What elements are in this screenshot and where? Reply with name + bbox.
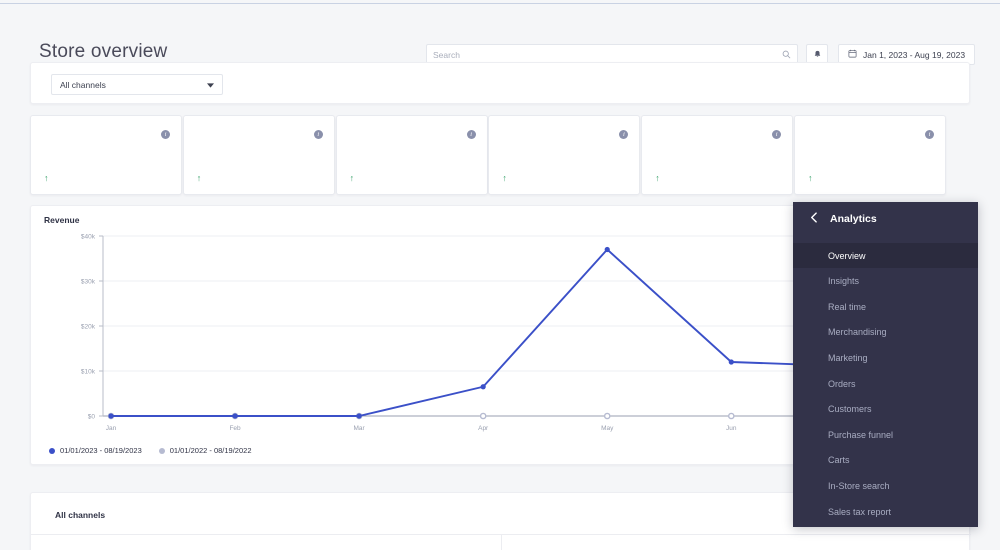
kpi-card-row: i ↑ i ↑ i ↑ i ↑ i ↑ i ↑ [30,115,970,195]
svg-text:$30k: $30k [81,279,96,286]
page-title: Store overview [39,41,168,62]
sidebar-item-label: Carts [828,455,850,466]
sidebar-header[interactable]: Analytics [793,202,978,236]
arrow-up-icon: ↑ [655,173,660,183]
sidebar-item-orders[interactable]: Orders [793,371,978,396]
legend-dot-icon [158,447,165,454]
chevron-left-icon[interactable] [810,212,817,226]
sidebar-item-sales-tax-report[interactable]: Sales tax report [793,499,978,524]
info-icon[interactable]: i [466,130,476,139]
sidebar-item-label: Merchandising [828,327,887,338]
sidebar-item-label: Real time [828,301,867,312]
sidebar-item-overview[interactable]: Overview [793,243,978,268]
table-column-divider [501,534,502,550]
bell-icon [813,46,822,64]
sidebar-item-label: Marketing [828,352,868,363]
kpi-delta: ↑ [197,174,210,183]
kpi-card[interactable]: i ↑ [30,115,182,195]
info-icon[interactable]: i [619,130,629,139]
search-icon [782,46,791,64]
search-input[interactable] [433,49,782,60]
sidebar-item-label: Orders [828,378,856,389]
arrow-up-icon: ↑ [808,173,813,183]
chevron-down-icon [207,80,214,90]
arrow-up-icon: ↑ [196,173,202,183]
sidebar-item-insights[interactable]: Insights [793,269,978,294]
sidebar-item-label: Customers [828,404,872,415]
info-icon[interactable]: i [772,130,782,139]
arrow-up-icon: ↑ [502,173,507,183]
kpi-header: i [655,130,782,139]
svg-text:Jan: Jan [106,425,117,432]
calendar-icon [848,49,857,60]
analytics-sidebar: Analytics Overview Insights Real time Merch… [793,202,978,527]
sidebar-item-purchase-funnel[interactable]: Purchase funnel [793,422,978,447]
legend-label: 01/01/2022 - 08/19/2022 [169,446,252,455]
kpi-card[interactable]: i ↑ [335,115,488,195]
kpi-card[interactable]: i ↑ [488,115,641,195]
sidebar-item-real-time[interactable]: Real time [793,294,978,319]
svg-text:$20k: $20k [81,324,96,331]
svg-text:$0: $0 [88,414,96,421]
kpi-header: i [502,130,629,139]
sidebar-item-label: Sales tax report [828,506,892,517]
kpi-header: i [808,130,934,139]
svg-text:$40k: $40k [81,234,96,241]
store-overview-page: Store overview Jan 1, 2023 - Aug 19, 202… [0,0,1000,550]
sidebar-item-label: In-Store search [828,480,890,491]
sidebar-item-merchandising[interactable]: Merchandising [793,320,978,345]
channel-select[interactable]: All channels [51,74,223,95]
kpi-card[interactable]: i ↑ [794,115,946,195]
info-icon[interactable]: i [925,130,934,139]
kpi-card[interactable]: i ↑ [641,115,794,195]
info-icon[interactable]: i [313,130,323,139]
channel-select-value: All channels [60,79,106,90]
kpi-delta: ↑ [44,174,57,183]
kpi-header: i [197,130,323,139]
kpi-delta: ↑ [808,174,821,183]
kpi-header: i [44,130,170,139]
kpi-delta: ↑ [655,174,668,183]
legend-label: 01/01/2023 - 08/19/2023 [60,446,142,455]
sidebar-title: Analytics [830,213,877,225]
chart-title: Revenue [44,215,80,225]
sidebar-item-in-store-search[interactable]: In-Store search [793,473,978,498]
arrow-up-icon: ↑ [349,173,355,183]
sidebar-item-marketing[interactable]: Marketing [793,345,978,370]
svg-text:Feb: Feb [229,425,241,432]
arrow-up-icon: ↑ [44,173,49,183]
sidebar-item-customers[interactable]: Customers [793,397,978,422]
svg-text:Mar: Mar [354,425,366,432]
info-icon[interactable]: i [161,130,170,139]
kpi-header: i [350,130,476,139]
svg-text:Apr: Apr [478,425,489,432]
kpi-delta: ↑ [350,174,363,183]
svg-text:Jun: Jun [726,425,737,432]
legend-item[interactable]: 01/01/2022 - 08/19/2022 [158,446,252,455]
date-range-label: Jan 1, 2023 - Aug 19, 2023 [863,49,966,60]
all-channels-title: All channels [55,510,106,520]
svg-text:May: May [601,425,614,432]
page-header: Store overview Jan 1, 2023 - Aug 19, 202… [0,14,1000,66]
legend-item[interactable]: 01/01/2023 - 08/19/2023 [49,446,142,455]
sidebar-item-label: Overview [828,250,866,261]
sidebar-item-label: Purchase funnel [828,429,894,440]
kpi-delta: ↑ [502,174,515,183]
legend-dot-icon [49,447,55,454]
channels-filter-panel: All channels [30,62,970,104]
sidebar-item-label: Insights [828,276,860,287]
top-divider [0,3,1000,4]
sidebar-item-carts[interactable]: Carts [793,448,978,473]
chart-legend: 01/01/2023 - 08/19/2023 01/01/2022 - 08/1… [49,446,252,455]
kpi-card[interactable]: i ↑ [182,115,335,195]
svg-text:$10k: $10k [81,369,96,376]
